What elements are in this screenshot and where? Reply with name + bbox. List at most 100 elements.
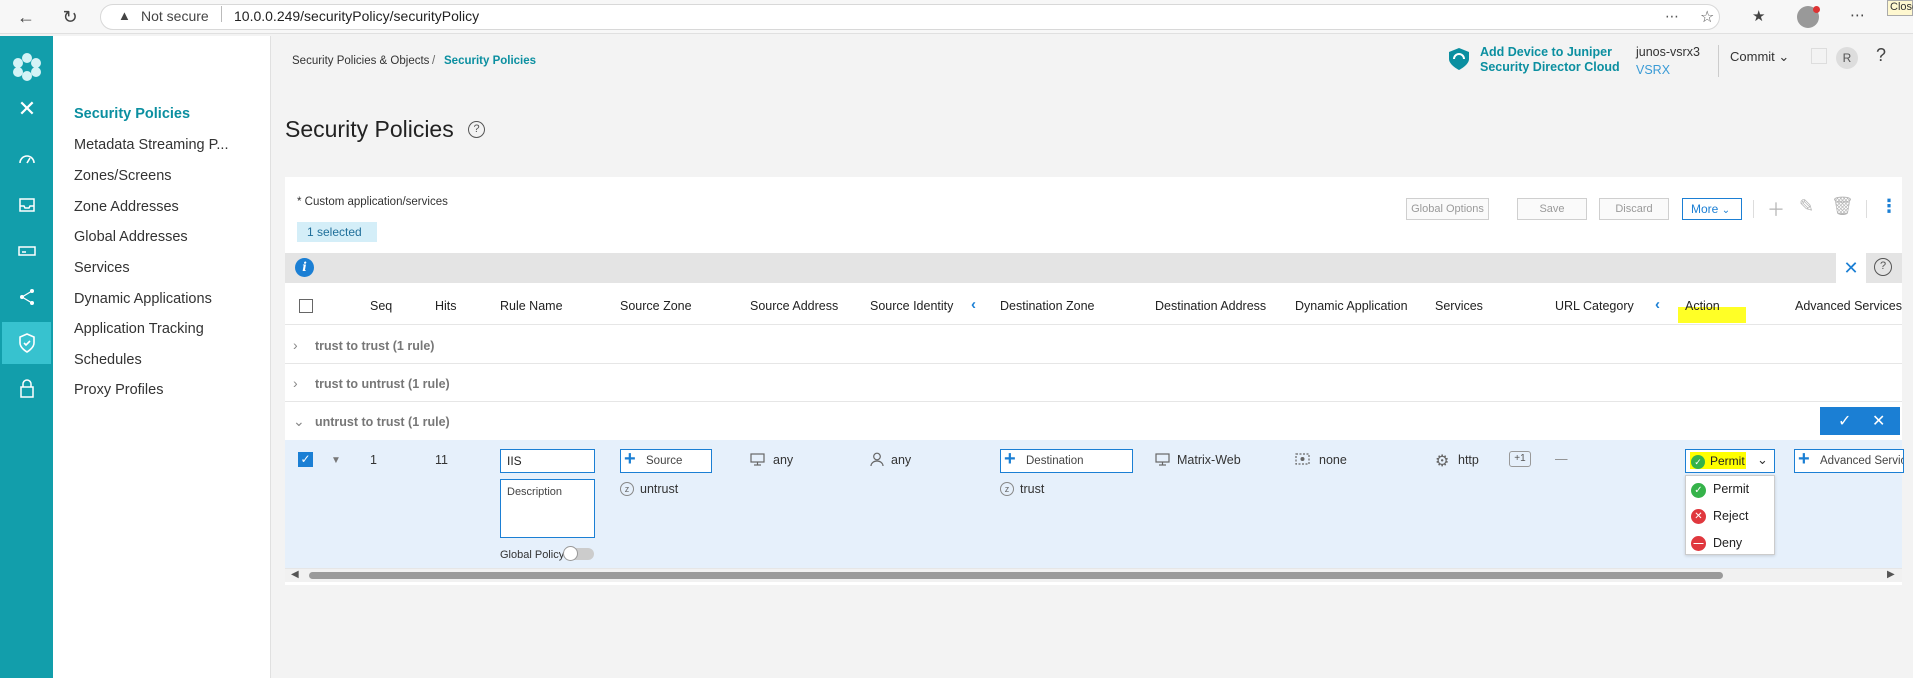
commit-button[interactable]: Commit ⌄ xyxy=(1730,49,1789,65)
column-header-source-address[interactable]: Source Address xyxy=(750,299,838,313)
dashboard-gauge-icon[interactable] xyxy=(14,146,40,172)
sidebar-item-dynamic-applications[interactable]: Dynamic Applications xyxy=(74,291,212,307)
confirm-check-icon[interactable]: ✓ xyxy=(1838,411,1851,431)
plus-icon[interactable]: + xyxy=(1798,448,1810,471)
sidebar-item-schedules[interactable]: Schedules xyxy=(74,352,142,368)
security-status[interactable]: Not secure xyxy=(141,8,209,24)
rule-group-row[interactable] xyxy=(285,364,1902,402)
sidebar-item-metadata-streaming[interactable]: Metadata Streaming P... xyxy=(74,137,229,153)
column-header-destination-address[interactable]: Destination Address xyxy=(1155,299,1266,313)
shield-icon[interactable] xyxy=(14,330,40,356)
kebab-menu-icon[interactable]: ⋮ xyxy=(1880,196,1898,217)
back-arrow-icon[interactable]: ← xyxy=(12,3,40,31)
sidebar-item-zones-screens[interactable]: Zones/Screens xyxy=(74,168,172,184)
caret-down-icon[interactable]: ▼ xyxy=(331,455,341,466)
monitor-inbox-icon[interactable] xyxy=(14,192,40,218)
sidebar-item-proxy-profiles[interactable]: Proxy Profiles xyxy=(74,382,163,398)
more-label[interactable]: More xyxy=(1691,202,1718,216)
save-button[interactable]: Save xyxy=(1517,198,1587,220)
column-header-services[interactable]: Services xyxy=(1435,299,1483,313)
collapse-left-icon[interactable]: ‹ xyxy=(971,296,976,313)
add-device-link[interactable]: Add Device to Juniper Security Director … xyxy=(1480,45,1620,75)
plus-icon[interactable]: + xyxy=(624,448,636,471)
chevron-right-icon[interactable]: › xyxy=(293,375,298,391)
rule-group-label[interactable]: trust to trust (1 rule) xyxy=(315,339,434,353)
column-header-action[interactable]: Action xyxy=(1685,299,1720,313)
source-address-value[interactable]: any xyxy=(773,453,793,467)
url-text[interactable]: 10.0.0.249/securityPolicy/securityPolicy xyxy=(234,8,479,24)
sidebar-item-application-tracking[interactable]: Application Tracking xyxy=(74,321,204,337)
chevron-right-icon[interactable]: › xyxy=(293,337,298,353)
column-header-rule-name[interactable]: Rule Name xyxy=(500,299,563,313)
dynamic-application-value[interactable]: none xyxy=(1319,453,1347,467)
more-menu-icon[interactable]: ⋯ xyxy=(1850,6,1865,24)
service-value[interactable]: http xyxy=(1458,453,1479,467)
column-header-url-category[interactable]: URL Category xyxy=(1555,299,1634,313)
global-options-button[interactable]: Global Options xyxy=(1406,198,1489,220)
rule-group-row[interactable] xyxy=(285,402,1902,440)
lock-icon[interactable] xyxy=(14,376,40,402)
column-header-seq[interactable]: Seq xyxy=(370,299,392,313)
rule-group-label[interactable]: untrust to trust (1 rule) xyxy=(315,415,450,429)
help-icon[interactable]: ? xyxy=(1874,258,1892,276)
help-icon[interactable]: ? xyxy=(468,121,485,138)
discard-button[interactable]: Discard xyxy=(1599,198,1669,220)
breadcrumb-parent[interactable]: Security Policies & Objects xyxy=(292,55,429,67)
avatar[interactable]: R xyxy=(1836,47,1858,69)
chevron-down-icon[interactable]: ⌄ xyxy=(1757,452,1768,468)
advanced-services-button[interactable]: Advanced Servic xyxy=(1794,449,1904,473)
sidebar-item-security-policies[interactable]: Security Policies xyxy=(74,106,190,122)
column-header-source-identity[interactable]: Source Identity xyxy=(870,299,953,313)
devices-icon[interactable] xyxy=(14,238,40,264)
select-all-checkbox[interactable] xyxy=(299,299,313,313)
warning-icon[interactable]: ▲ xyxy=(118,8,131,23)
action-option-reject[interactable]: Reject xyxy=(1713,509,1748,523)
add-destination-button[interactable]: Destination xyxy=(1000,449,1133,473)
more-button[interactable]: More ⌄ xyxy=(1682,198,1742,220)
edit-pencil-icon[interactable]: ✎ xyxy=(1799,196,1814,217)
destination-address-value[interactable]: Matrix-Web xyxy=(1177,453,1241,467)
scrollbar-thumb[interactable] xyxy=(309,572,1723,579)
sidebar-item-zone-addresses[interactable]: Zone Addresses xyxy=(74,199,179,215)
reload-icon[interactable]: ↻ xyxy=(56,3,84,31)
sidebar-item-global-addresses[interactable]: Global Addresses xyxy=(74,229,188,245)
collapse-left-icon[interactable]: ‹ xyxy=(1655,296,1660,313)
reader-icon[interactable]: ⋯ xyxy=(1665,8,1679,25)
close-icon[interactable]: ✕ xyxy=(14,96,40,122)
favorites-icon[interactable]: ★ xyxy=(1752,7,1765,25)
rule-name-input[interactable]: IIS xyxy=(500,449,595,473)
scroll-left-icon[interactable]: ◀ xyxy=(291,569,299,580)
rule-group-label[interactable]: trust to untrust (1 rule) xyxy=(315,377,450,391)
action-option-permit[interactable]: Permit xyxy=(1713,482,1749,496)
column-header-advanced-services[interactable]: Advanced Services xyxy=(1795,299,1902,313)
row-checkbox[interactable]: ✓ xyxy=(298,452,313,467)
description-input[interactable]: Description xyxy=(500,479,595,538)
close-icon[interactable]: ✕ xyxy=(1836,253,1866,283)
cloud-shield-icon[interactable] xyxy=(1446,46,1472,75)
plus-icon[interactable]: + xyxy=(1004,448,1016,471)
toggle-knob[interactable] xyxy=(563,546,578,561)
favorite-star-icon[interactable]: ☆ xyxy=(1700,7,1714,27)
commit-label[interactable]: Commit xyxy=(1730,49,1775,64)
source-identity-value[interactable]: any xyxy=(891,453,911,467)
column-header-dynamic-application[interactable]: Dynamic Application xyxy=(1295,299,1408,313)
action-option-deny[interactable]: Deny xyxy=(1713,536,1742,550)
info-icon[interactable]: i xyxy=(295,258,314,277)
column-header-hits[interactable]: Hits xyxy=(435,299,457,313)
rule-group-row[interactable] xyxy=(285,326,1902,364)
delete-trash-icon[interactable]: 🗑 xyxy=(1831,196,1854,217)
add-icon[interactable]: ＋ xyxy=(1767,196,1785,222)
chevron-down-icon[interactable]: ⌄ xyxy=(293,413,305,430)
notification-box-icon[interactable] xyxy=(1811,48,1827,64)
column-header-destination-zone[interactable]: Destination Zone xyxy=(1000,299,1095,313)
add-device-line2[interactable]: Security Director Cloud xyxy=(1480,60,1620,75)
share-network-icon[interactable] xyxy=(14,284,40,310)
global-help-icon[interactable]: ? xyxy=(1876,45,1886,66)
column-header-source-zone[interactable]: Source Zone xyxy=(620,299,692,313)
more-services-badge[interactable]: +1 xyxy=(1509,451,1531,467)
sidebar-item-services[interactable]: Services xyxy=(74,260,130,276)
scroll-right-icon[interactable]: ▶ xyxy=(1887,569,1895,580)
action-select-value[interactable]: Permit xyxy=(1710,454,1745,468)
add-device-line1[interactable]: Add Device to Juniper xyxy=(1480,45,1620,60)
cancel-x-icon[interactable]: ✕ xyxy=(1872,411,1885,431)
